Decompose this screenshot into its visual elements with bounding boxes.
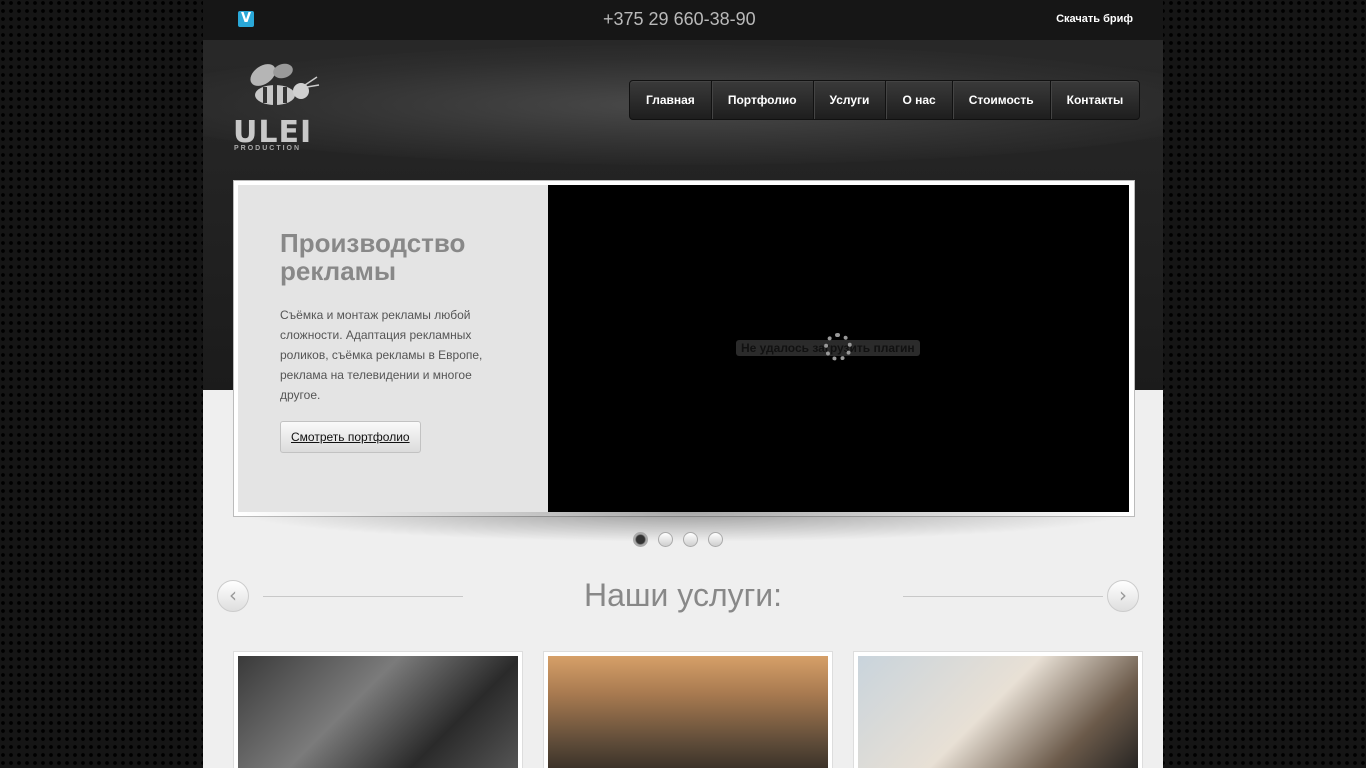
slider-dot-2[interactable]: [658, 532, 673, 547]
nav-item-contacts[interactable]: Контакты: [1049, 81, 1140, 119]
divider-right: [903, 596, 1103, 597]
services-heading: Наши услуги:: [583, 577, 783, 613]
services-prev-arrow-icon[interactable]: ‹: [217, 580, 249, 612]
slide-title: Производство рекламы: [280, 228, 466, 286]
slider-dot-3[interactable]: [683, 532, 698, 547]
divider-left: [263, 596, 463, 597]
video-player[interactable]: Не удалось загрузить плагин: [548, 185, 1129, 512]
vimeo-icon[interactable]: V: [238, 11, 254, 27]
service-image-2: [548, 656, 828, 768]
download-brief-link[interactable]: Скачать бриф: [1056, 13, 1133, 25]
nav-item-about[interactable]: О нас: [885, 81, 951, 119]
top-bar: V +375 29 660-38-90 Скачать бриф: [203, 0, 1163, 40]
service-card-1[interactable]: [233, 651, 523, 768]
loading-spinner-icon: [824, 333, 852, 361]
slide-info-panel: Производство рекламы Съёмка и монтаж рек…: [238, 185, 548, 512]
slide-description: Съёмка и монтаж рекламы любой сложности.…: [280, 308, 483, 402]
nav-item-home[interactable]: Главная: [630, 81, 711, 119]
service-image-1: [238, 656, 518, 768]
service-card-2[interactable]: [543, 651, 833, 768]
services-next-arrow-icon[interactable]: ›: [1107, 580, 1139, 612]
service-image-3: [858, 656, 1138, 768]
bee-icon: [250, 63, 320, 105]
nav-item-services[interactable]: Услуги: [812, 81, 886, 119]
page-container: V +375 29 660-38-90 Скачать бриф ULEI PR…: [203, 0, 1163, 768]
slider-dot-4[interactable]: [708, 532, 723, 547]
service-card-3[interactable]: [853, 651, 1143, 768]
slider-dot-1[interactable]: [633, 532, 648, 547]
nav-item-pricing[interactable]: Стоимость: [951, 81, 1050, 119]
view-portfolio-button[interactable]: Смотреть портфолио: [280, 421, 421, 453]
hero-slider: Производство рекламы Съёмка и монтаж рек…: [233, 180, 1135, 517]
logo-subtitle: PRODUCTION: [234, 145, 302, 152]
nav-item-portfolio[interactable]: Портфолио: [710, 81, 813, 119]
logo[interactable]: ULEI PRODUCTION: [233, 55, 323, 155]
phone-number: +375 29 660-38-90: [603, 9, 756, 29]
slider-pagination: [633, 532, 723, 547]
main-nav: Главная Портфолио Услуги О нас Стоимость…: [629, 80, 1141, 120]
